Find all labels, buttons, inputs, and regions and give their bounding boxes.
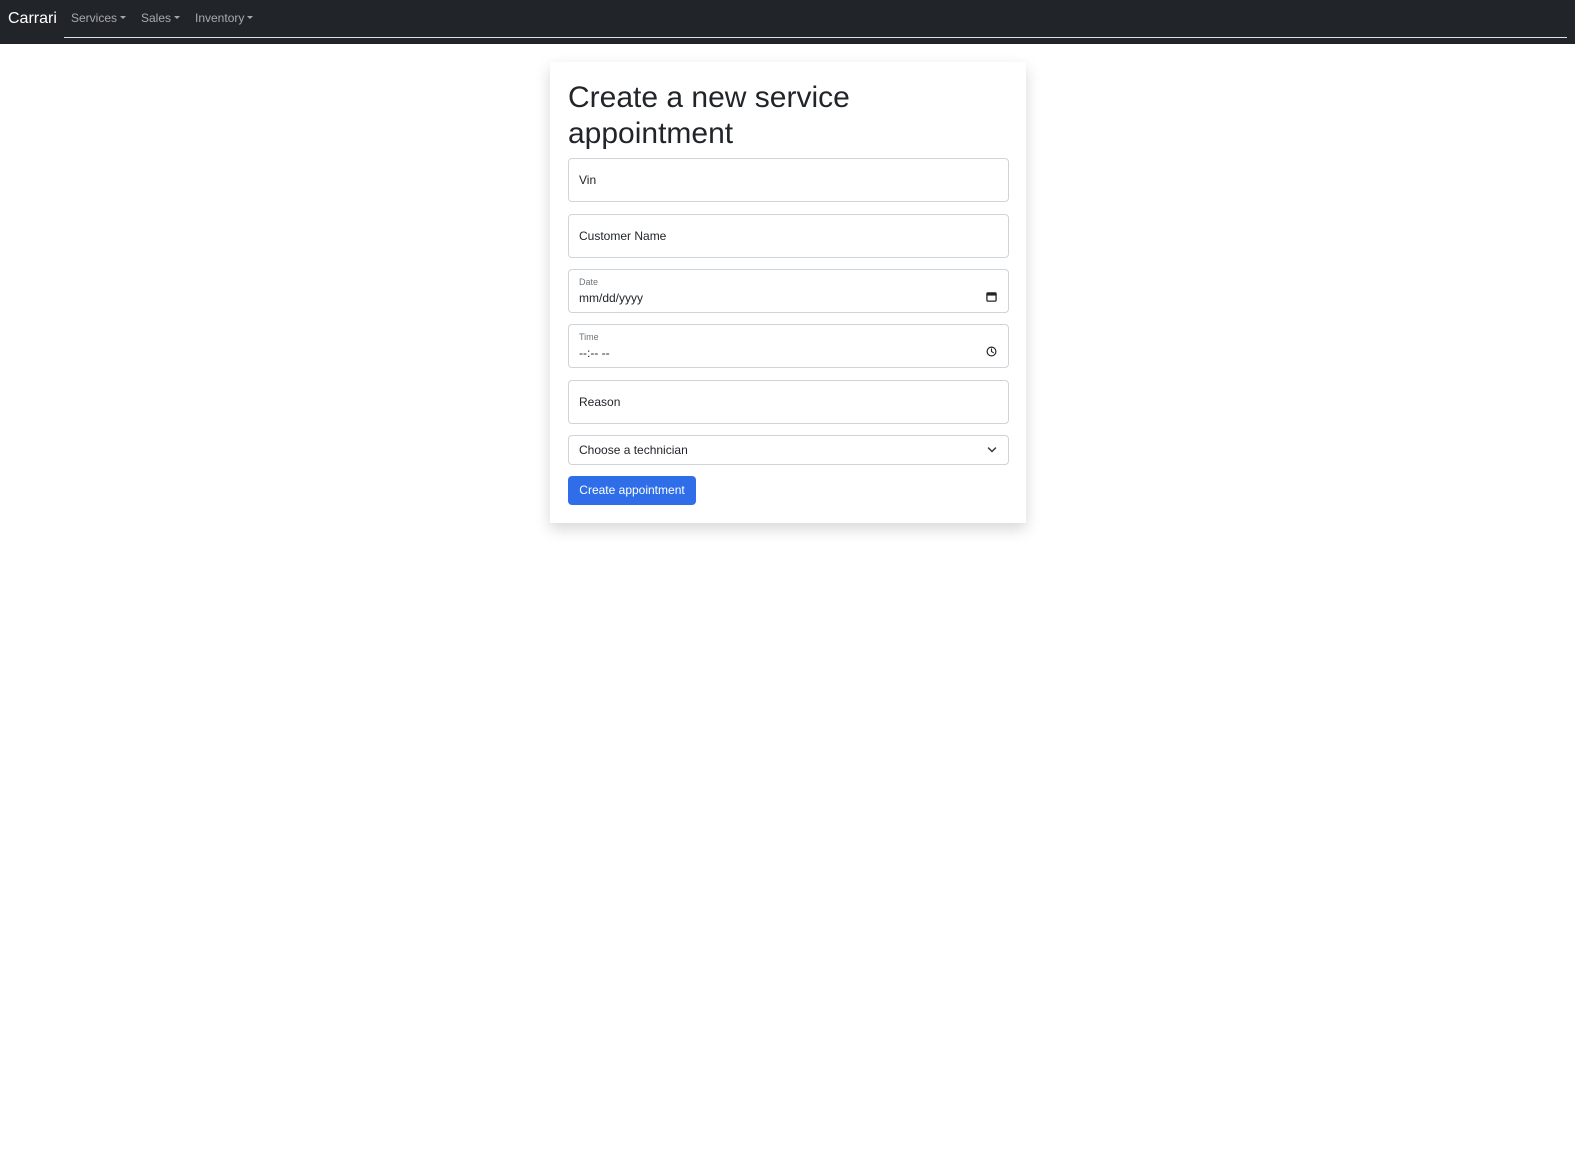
navbar: Carrari Services Sales Inventory	[0, 0, 1575, 44]
date-label: Date	[579, 277, 599, 287]
nav-inventory-label: Inventory	[195, 11, 245, 25]
caret-down-icon	[120, 16, 127, 19]
date-value: mm/dd/yyyy	[579, 291, 644, 305]
technician-selected-value: Choose a technician	[579, 443, 688, 457]
time-input[interactable]: Time --:-- --	[568, 324, 1009, 368]
appointment-form-card: Create a new service appointment Vin Cus…	[550, 62, 1026, 523]
customer-name-placeholder: Customer Name	[579, 229, 667, 243]
vin-input[interactable]: Vin	[568, 158, 1009, 202]
chevron-down-icon	[987, 447, 997, 453]
time-value: --:-- --	[579, 346, 610, 360]
clock-icon[interactable]	[986, 346, 997, 357]
create-appointment-button[interactable]: Create appointment	[568, 476, 696, 505]
reason-input[interactable]: Reason	[568, 380, 1009, 424]
page-title: Create a new service appointment	[568, 81, 850, 150]
customer-name-input[interactable]: Customer Name	[568, 214, 1009, 258]
nav-items: Services Sales Inventory	[64, 0, 1567, 38]
caret-down-icon	[247, 16, 254, 19]
calendar-icon[interactable]	[986, 291, 997, 302]
brand-link[interactable]: Carrari	[8, 10, 57, 28]
technician-select[interactable]: Choose a technician	[568, 435, 1009, 465]
nav-sales-label: Sales	[141, 11, 172, 25]
reason-placeholder: Reason	[579, 395, 621, 409]
nav-services-label: Services	[71, 11, 118, 25]
date-input[interactable]: Date mm/dd/yyyy	[568, 269, 1009, 313]
nav-inventory-dropdown[interactable]: Inventory	[195, 11, 254, 25]
caret-down-icon	[174, 16, 181, 19]
nav-services-dropdown[interactable]: Services	[71, 11, 127, 25]
nav-sales-dropdown[interactable]: Sales	[141, 11, 181, 25]
time-label: Time	[579, 332, 599, 342]
vin-placeholder: Vin	[579, 173, 597, 187]
